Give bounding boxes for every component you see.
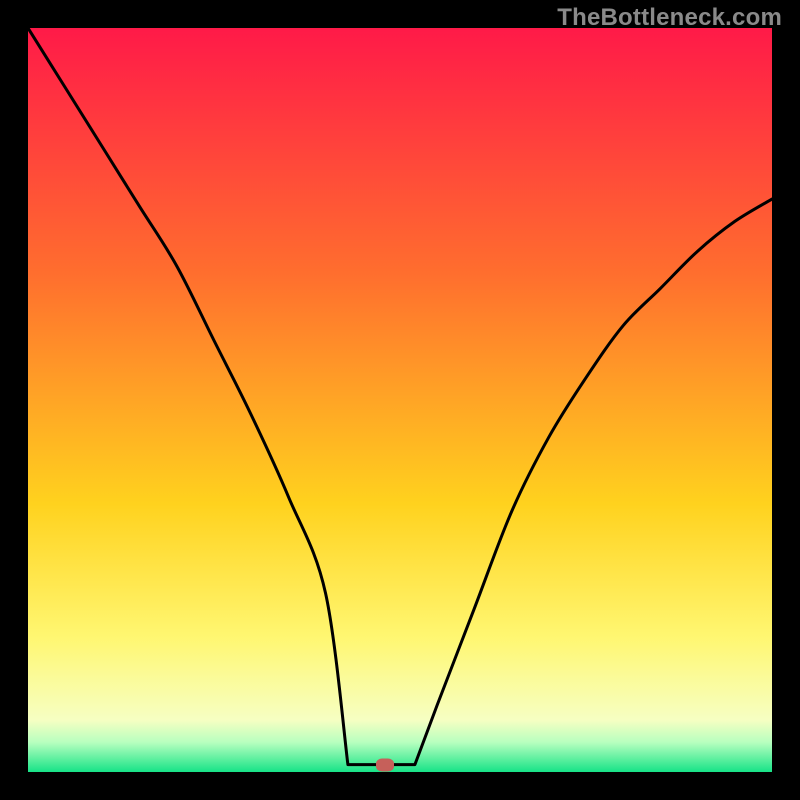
curve-layer — [28, 28, 772, 772]
chart-frame: TheBottleneck.com — [0, 0, 800, 800]
watermark-text: TheBottleneck.com — [557, 4, 782, 32]
bottleneck-curve — [28, 28, 772, 765]
min-marker — [376, 758, 394, 771]
plot-area — [28, 28, 772, 772]
